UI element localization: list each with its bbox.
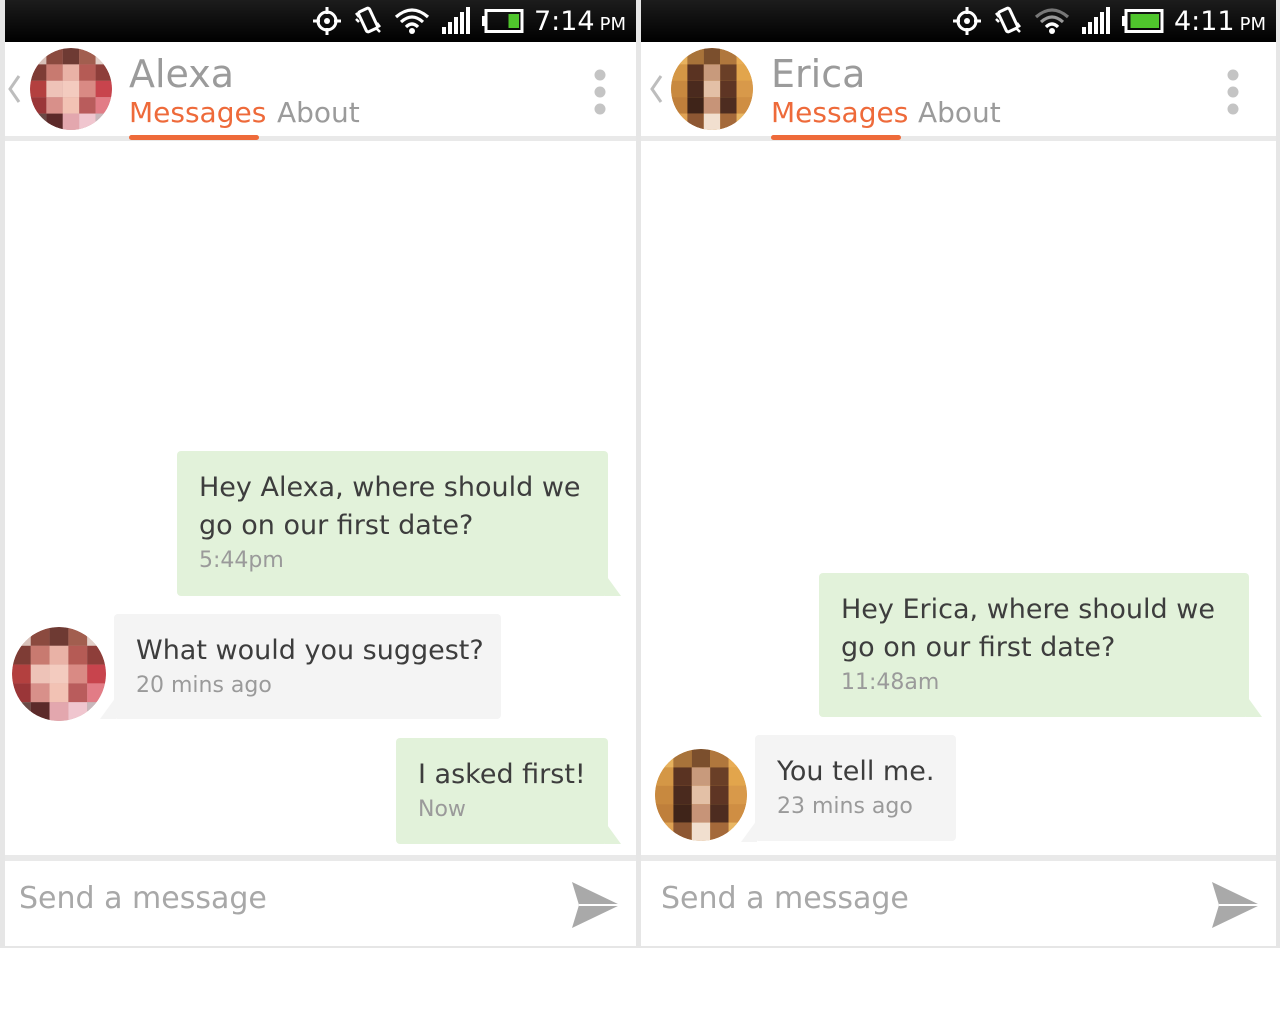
signal-icon [441, 7, 470, 34]
status-time: 4:11 [1173, 5, 1235, 37]
outgoing-message: Hey Erica, where should we go on our fir… [819, 573, 1249, 717]
bubble-tail [605, 822, 621, 844]
message-input[interactable] [661, 881, 1141, 916]
battery-icon [1121, 9, 1164, 33]
phone-screen-erica: 4:11 PM Erica Messages About Hey Erica, … [641, 0, 1276, 946]
conversation-header: Erica Messages About [641, 42, 1276, 141]
status-time: 7:14 [533, 5, 595, 37]
tab-about[interactable]: About [277, 94, 360, 132]
send-icon[interactable] [570, 880, 622, 930]
phone-screen-alexa: 7:14 PM Alexa Messages About Hey Alexa, … [5, 0, 636, 946]
contact-avatar[interactable] [30, 48, 112, 130]
status-bar: 4:11 PM [641, 0, 1276, 42]
status-ampm: PM [1239, 13, 1266, 35]
screenshot-comparison: 7:14 PM Alexa Messages About Hey Alexa, … [0, 0, 1280, 948]
message-list: Hey Alexa, where should we go on our fir… [5, 141, 636, 855]
more-vert-icon[interactable] [1227, 69, 1239, 115]
tab-messages[interactable]: Messages [771, 94, 908, 132]
more-vert-icon[interactable] [594, 69, 606, 115]
message-text: Hey Erica, where should we [841, 594, 1215, 625]
active-tab-indicator [129, 135, 259, 140]
message-composer [641, 855, 1276, 946]
status-ampm: PM [599, 13, 626, 35]
message-timestamp: Now [418, 797, 466, 822]
message-text: What would you suggest? [136, 635, 484, 666]
wifi-icon [1034, 8, 1070, 34]
contact-avatar[interactable] [671, 48, 753, 130]
wifi-icon [394, 8, 430, 34]
message-text: Hey Alexa, where should we [199, 472, 581, 503]
outgoing-message: I asked first! Now [396, 738, 608, 844]
message-timestamp: 23 mins ago [777, 794, 913, 819]
gps-icon [952, 7, 981, 35]
back-chevron-icon[interactable] [7, 74, 21, 104]
vibrate-icon [354, 6, 381, 34]
message-text: I asked first! [418, 759, 586, 790]
message-timestamp: 11:48am [841, 670, 940, 695]
incoming-message: You tell me. 23 mins ago [755, 735, 956, 841]
outgoing-message: Hey Alexa, where should we go on our fir… [177, 451, 608, 596]
message-text: You tell me. [777, 756, 935, 787]
gps-icon [312, 7, 341, 35]
bubble-tail [605, 574, 621, 596]
back-chevron-icon[interactable] [649, 74, 663, 104]
signal-icon [1081, 7, 1110, 34]
contact-avatar[interactable] [655, 749, 747, 841]
message-list: Hey Erica, where should we go on our fir… [641, 141, 1276, 855]
message-text: go on our first date? [841, 632, 1116, 663]
message-timestamp: 5:44pm [199, 548, 284, 573]
contact-name: Alexa [129, 52, 235, 96]
incoming-message: What would you suggest? 20 mins ago [114, 614, 501, 719]
message-text: go on our first date? [199, 510, 474, 541]
status-bar: 7:14 PM [5, 0, 636, 42]
message-input[interactable] [19, 881, 499, 916]
battery-icon [481, 9, 524, 33]
vibrate-icon [994, 6, 1021, 34]
message-composer [5, 855, 636, 946]
bubble-tail [1246, 695, 1262, 717]
send-icon[interactable] [1210, 880, 1262, 930]
tab-about[interactable]: About [918, 94, 1001, 132]
active-tab-indicator [771, 135, 901, 140]
contact-name: Erica [771, 52, 866, 96]
tab-messages[interactable]: Messages [129, 94, 266, 132]
message-timestamp: 20 mins ago [136, 673, 272, 698]
contact-avatar[interactable] [12, 627, 106, 721]
conversation-header: Alexa Messages About [5, 42, 636, 141]
